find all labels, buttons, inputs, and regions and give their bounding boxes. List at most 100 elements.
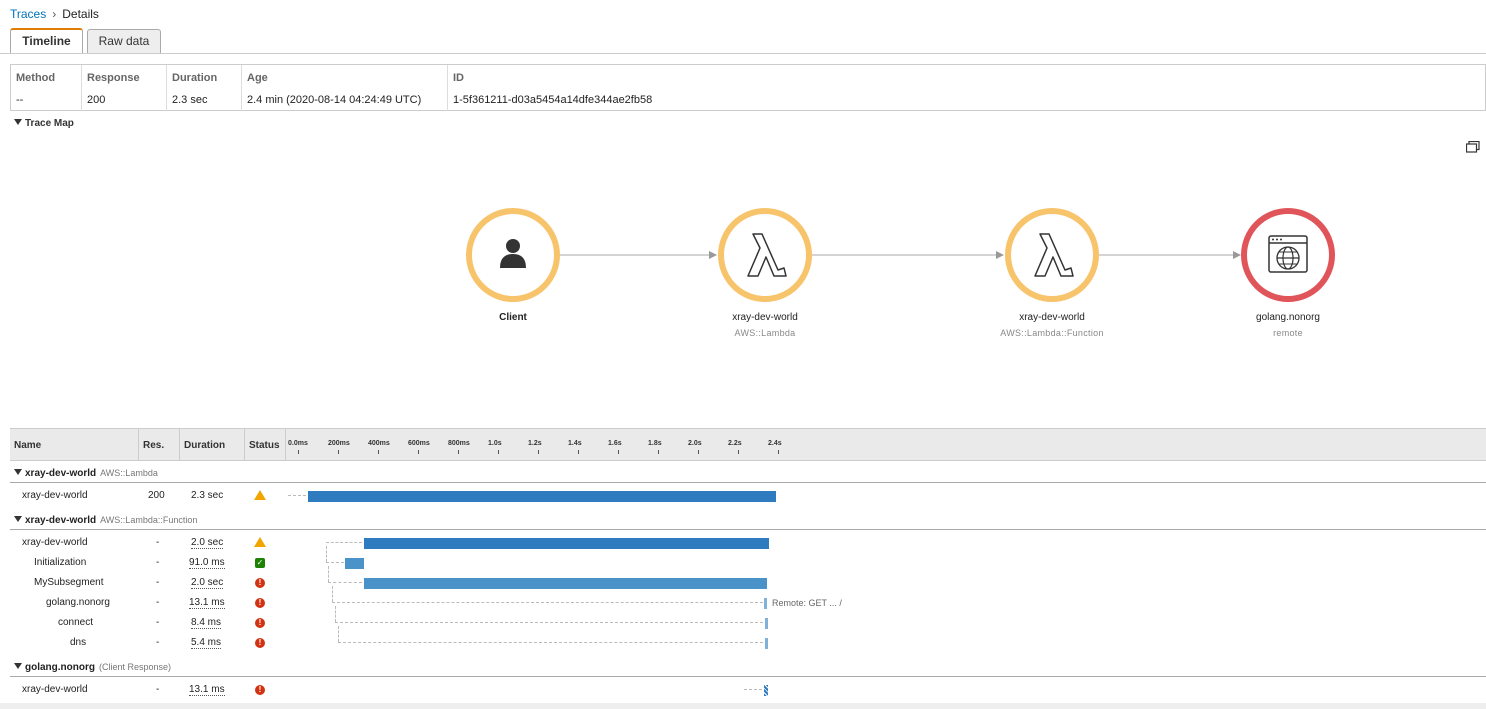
error-icon: !: [255, 598, 265, 608]
row-name[interactable]: xray-dev-world: [22, 537, 88, 548]
trace-map-title: Trace Map: [25, 118, 74, 129]
timeline-offset-line: [326, 542, 362, 543]
timeline-connector: [335, 606, 336, 622]
horizontal-scrollbar[interactable]: [0, 703, 1486, 709]
node-type-remote: remote: [1273, 328, 1303, 338]
row-duration[interactable]: 91.0 ms: [189, 557, 225, 569]
tab-timeline[interactable]: Timeline: [10, 28, 83, 54]
tab-raw-data[interactable]: Raw data: [87, 29, 161, 54]
summary-response: Response 200: [82, 65, 167, 111]
col-res[interactable]: Res.: [143, 440, 164, 451]
col-divider: [138, 429, 139, 460]
timeline-tick-label: 600ms: [408, 440, 430, 447]
row-duration[interactable]: 13.1 ms: [189, 597, 225, 609]
row-duration[interactable]: 5.4 ms: [191, 637, 222, 649]
row-name[interactable]: Initialization: [34, 557, 86, 568]
map-node-lambda-function[interactable]: [1005, 208, 1099, 302]
summary-header-method: Method: [16, 72, 56, 84]
summary-value-response: 200: [87, 94, 106, 106]
tab-divider: [0, 53, 1486, 54]
timeline-tick-mark: [418, 450, 419, 454]
timeline-segment-bar[interactable]: [364, 538, 769, 549]
timeline-tick-label: 1.0s: [488, 440, 502, 447]
summary-age: Age 2.4 min (2020-08-14 04:24:49 UTC): [242, 65, 448, 111]
group-header[interactable]: xray-dev-world AWS::Lambda::Function: [14, 515, 197, 526]
timeline-connector: [326, 546, 327, 562]
timeline-segment-bar[interactable]: [345, 558, 364, 569]
timeline-offset-line: [338, 642, 763, 643]
chevron-right-icon: ›: [52, 7, 57, 21]
node-label-lambda: xray-dev-world: [732, 312, 798, 323]
group-header[interactable]: xray-dev-world AWS::Lambda: [14, 468, 158, 479]
row-name[interactable]: golang.nonorg: [46, 597, 110, 608]
col-status[interactable]: Status: [249, 440, 280, 451]
row-name[interactable]: xray-dev-world: [22, 490, 88, 501]
group-divider: [10, 529, 1486, 530]
timeline-tick-mark: [618, 450, 619, 454]
node-label-remote: golang.nonorg: [1256, 312, 1320, 323]
timeline-tick-mark: [658, 450, 659, 454]
summary-header-duration: Duration: [172, 72, 218, 84]
timeline-tick-label: 400ms: [368, 440, 390, 447]
timeline-tick-label: 1.4s: [568, 440, 582, 447]
row-name[interactable]: MySubsegment: [34, 577, 103, 588]
timeline-segment-bar[interactable]: [764, 598, 767, 609]
col-divider: [285, 429, 286, 460]
timeline-tick-mark: [378, 450, 379, 454]
row-duration[interactable]: 13.1 ms: [189, 684, 225, 696]
group-divider: [10, 676, 1486, 677]
timeline-segment-bar[interactable]: [308, 491, 776, 502]
map-node-lambda[interactable]: [718, 208, 812, 302]
group-name: golang.nonorg: [25, 662, 95, 673]
trace-map-toggle[interactable]: Trace Map: [14, 118, 74, 129]
group-type: AWS::Lambda::Function: [100, 515, 198, 525]
timeline-tick-mark: [738, 450, 739, 454]
node-type-lambda-function: AWS::Lambda::Function: [1000, 328, 1104, 338]
timeline-tick-label: 2.4s: [768, 440, 782, 447]
trace-summary-table: Method -- Response 200 Duration 2.3 sec …: [10, 64, 1486, 111]
row-name[interactable]: connect: [58, 617, 93, 628]
col-duration[interactable]: Duration: [184, 440, 225, 451]
timeline-tick-mark: [578, 450, 579, 454]
error-icon: !: [255, 638, 265, 648]
timeline-tick-mark: [298, 450, 299, 454]
timeline-tick-mark: [698, 450, 699, 454]
group-header[interactable]: golang.nonorg (Client Response): [14, 662, 171, 673]
row-duration: 2.3 sec: [191, 490, 224, 501]
summary-value-duration: 2.3 sec: [172, 94, 208, 106]
summary-header-id: ID: [453, 72, 464, 84]
timeline-segment-bar[interactable]: [364, 578, 767, 589]
row-duration[interactable]: 8.4 ms: [191, 617, 222, 629]
timeline-segment-bar[interactable]: [765, 638, 768, 649]
timeline-connector: [338, 626, 339, 642]
timeline-tick-label: 200ms: [328, 440, 350, 447]
col-name[interactable]: Name: [14, 440, 41, 451]
breadcrumb: Traces › Details: [10, 7, 99, 21]
node-label-client: Client: [499, 312, 527, 323]
timeline-offset-line: [744, 689, 762, 690]
error-icon: !: [255, 578, 265, 588]
row-duration[interactable]: 2.0 sec: [191, 537, 224, 549]
timeline-segment-bar[interactable]: [764, 685, 768, 696]
row-name[interactable]: dns: [70, 637, 86, 648]
breadcrumb-traces-link[interactable]: Traces: [10, 7, 46, 21]
timeline-tick-label: 0.0ms: [288, 440, 308, 447]
timeline-tick-label: 800ms: [448, 440, 470, 447]
summary-value-id: 1-5f361211-d03a5454a14dfe344ae2fb58: [453, 94, 653, 106]
summary-header-response: Response: [87, 72, 140, 84]
summary-id: ID 1-5f361211-d03a5454a14dfe344ae2fb58: [448, 65, 1485, 111]
timeline-connector: [332, 586, 333, 602]
timeline-tick-mark: [338, 450, 339, 454]
row-duration[interactable]: 2.0 sec: [191, 577, 224, 589]
timeline-segment-bar[interactable]: [765, 618, 768, 629]
row-res: -: [156, 617, 160, 628]
warning-icon: [254, 537, 266, 547]
row-name[interactable]: xray-dev-world: [22, 684, 88, 695]
map-node-remote[interactable]: [1241, 208, 1335, 302]
timeline-tick-label: 2.0s: [688, 440, 702, 447]
group-type: (Client Response): [99, 662, 172, 672]
map-node-client[interactable]: [466, 208, 560, 302]
caret-down-icon: [14, 119, 22, 125]
caret-down-icon: [14, 663, 22, 669]
timeline-tick-label: 1.6s: [608, 440, 622, 447]
